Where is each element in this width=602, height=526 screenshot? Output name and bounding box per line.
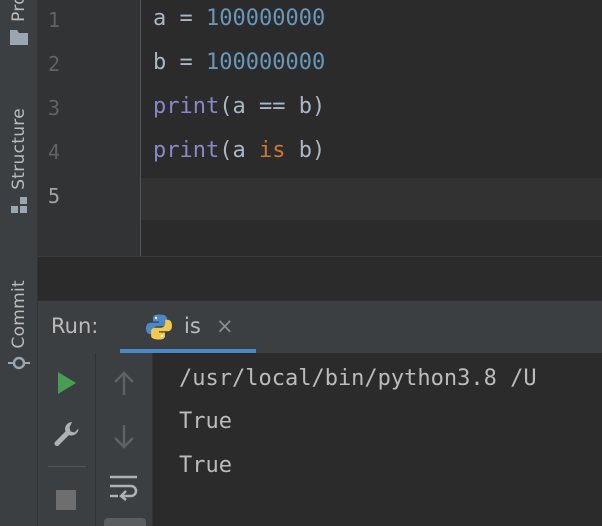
structure-label: Structure <box>8 108 29 190</box>
scrollbar-thumb[interactable] <box>104 518 146 526</box>
python-icon <box>145 313 173 345</box>
commit-label: Commit <box>8 280 29 349</box>
folder-icon <box>9 28 29 50</box>
console-line: /usr/local/bin/python3.8 /U <box>179 366 537 391</box>
editor-gutter: 1 2 3 4 5 <box>38 0 141 256</box>
structure-tool-button[interactable]: Structure <box>0 108 37 218</box>
run-icon[interactable] <box>56 371 78 399</box>
code-token-num: 100000000 <box>205 50 326 75</box>
down-arrow-icon[interactable] <box>112 423 136 453</box>
run-toolbar-secondary <box>96 353 153 526</box>
code-token-num: 100000000 <box>205 6 326 31</box>
line-number: 3 <box>48 96 61 120</box>
code-token-builtin: print <box>153 138 220 163</box>
line-number: 5 <box>48 184 61 208</box>
code-token-plain: (a == b) <box>219 94 326 119</box>
code-line: a = 100000000 <box>153 6 325 31</box>
run-title: Run: <box>51 314 99 338</box>
code-line: print(a is b) <box>153 138 325 163</box>
code-line: print(a == b) <box>153 94 325 119</box>
console-line: True <box>179 453 232 478</box>
code-token-plain: b) <box>285 138 326 163</box>
commit-tool-button[interactable]: Commit <box>0 280 37 375</box>
toolbar-separator <box>48 466 86 467</box>
line-number: 2 <box>48 52 61 76</box>
wrench-icon[interactable] <box>52 419 82 453</box>
console-line: True <box>179 409 232 434</box>
code-token-plain: a = <box>153 6 206 31</box>
project-label: Pro <box>8 0 29 22</box>
run-tool-window-header: Run: is × <box>38 300 602 354</box>
stop-icon[interactable] <box>56 490 76 514</box>
structure-icon <box>10 196 28 218</box>
line-number: 4 <box>48 140 61 164</box>
project-tool-button[interactable]: Pro <box>0 0 37 50</box>
current-line-highlight <box>141 178 602 220</box>
run-toolbar-primary <box>38 353 96 526</box>
code-token-plain: (a <box>219 138 259 163</box>
code-token-builtin: print <box>153 94 220 119</box>
line-number: 1 <box>48 8 61 32</box>
code-line: b = 100000000 <box>153 50 325 75</box>
commit-icon <box>7 355 30 375</box>
tool-window-strip: Pro Structure Commit <box>0 0 38 526</box>
soft-wrap-icon[interactable] <box>109 473 139 505</box>
code-token-plain: b = <box>153 50 206 75</box>
run-tab-is[interactable]: is × <box>120 301 256 353</box>
run-tab-label: is <box>184 314 201 338</box>
run-console[interactable]: /usr/local/bin/python3.8 /U True True <box>153 353 602 526</box>
code-token-kw: is <box>258 138 286 163</box>
up-arrow-icon[interactable] <box>112 371 136 401</box>
editor-empty-area[interactable] <box>38 256 602 301</box>
close-icon[interactable]: × <box>216 314 234 338</box>
